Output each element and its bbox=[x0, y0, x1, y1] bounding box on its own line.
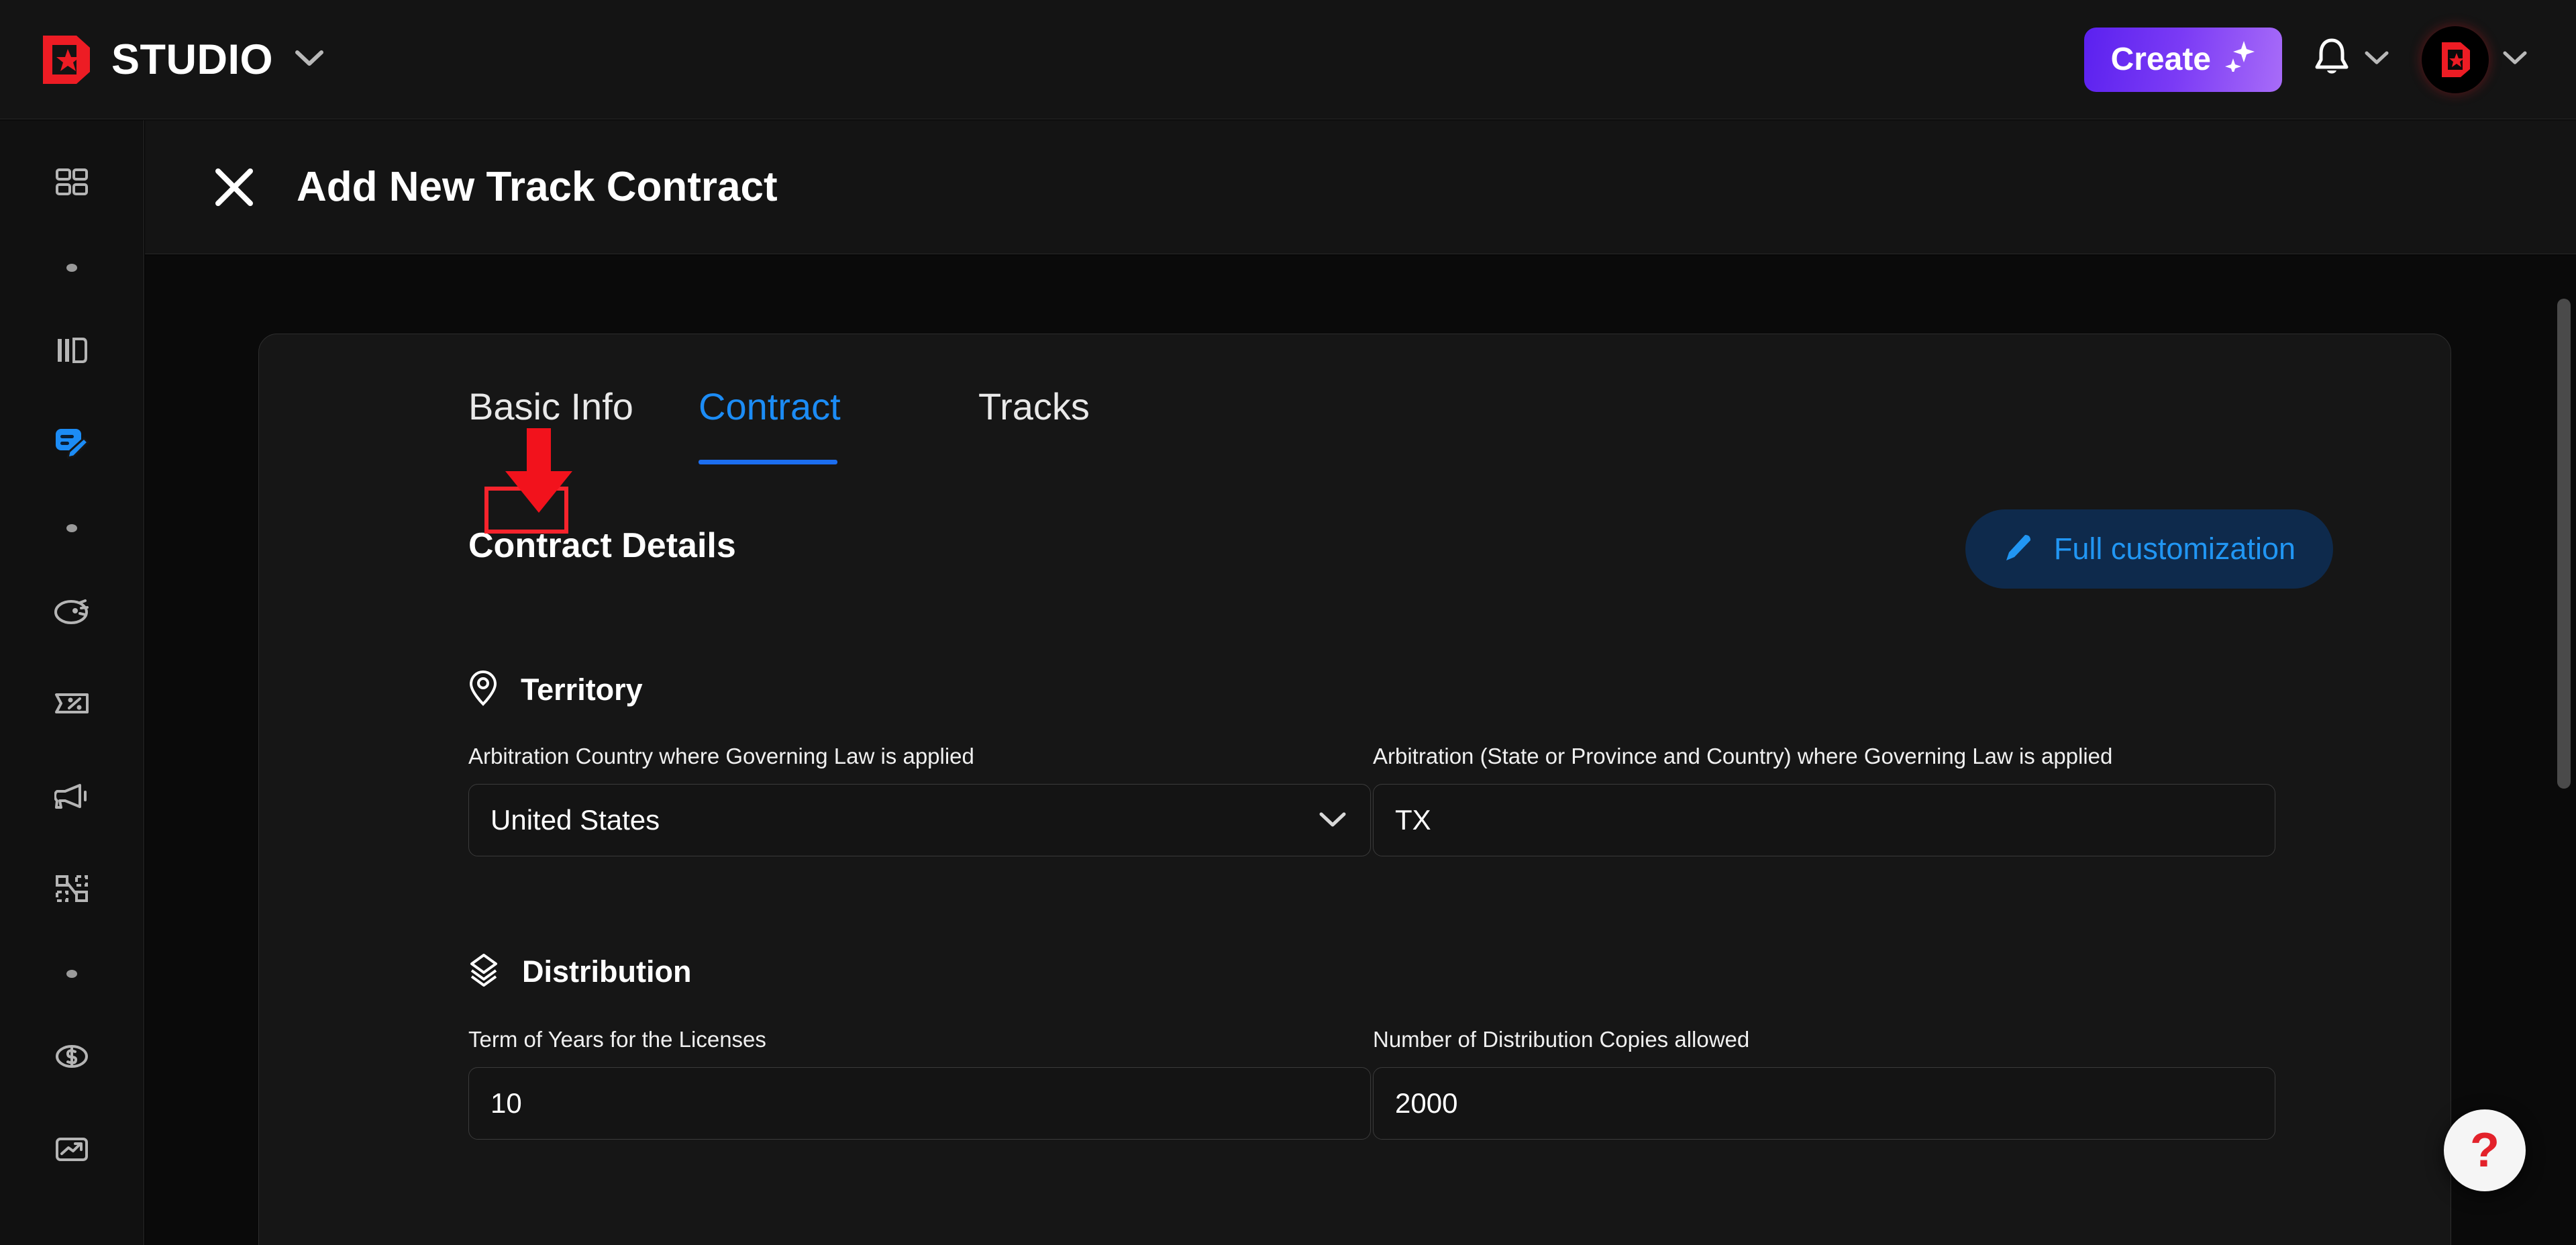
brand-name: STUDIO bbox=[111, 36, 274, 83]
chevron-down-icon[interactable] bbox=[1317, 809, 1349, 832]
sidebar-separator-dot bbox=[0, 515, 144, 542]
brand-block[interactable]: STUDIO bbox=[42, 34, 325, 85]
field-label: Arbitration Country where Governing Law … bbox=[468, 744, 974, 768]
arbitration-country-select[interactable]: United States bbox=[468, 784, 1371, 856]
field-label: Arbitration (State or Province and Count… bbox=[1373, 744, 2113, 768]
group-header-distribution: Distribution bbox=[468, 953, 691, 990]
vertical-scrollbar-thumb[interactable] bbox=[2557, 299, 2571, 789]
sidebar-item-contracts[interactable] bbox=[0, 422, 144, 466]
avatar[interactable] bbox=[2422, 26, 2489, 93]
form-tabs: Basic Info Contract Tracks bbox=[259, 385, 2451, 479]
section-header-row: Contract Details Full customization bbox=[259, 509, 2451, 599]
field-value: 2000 bbox=[1395, 1087, 1458, 1119]
page-title: Add New Track Contract bbox=[297, 164, 778, 210]
pencil-edit-icon bbox=[2003, 533, 2034, 566]
field-label: Term of Years for the Licenses bbox=[468, 1027, 766, 1052]
active-tab-underline bbox=[699, 460, 837, 464]
field-arbitration-state: Arbitration (State or Province and Count… bbox=[1373, 744, 2275, 856]
field-arbitration-country: Arbitration Country where Governing Law … bbox=[468, 744, 1371, 856]
group-label-distribution: Distribution bbox=[522, 954, 692, 989]
chevron-down-icon[interactable] bbox=[2363, 49, 2391, 70]
tab-contract[interactable]: Contract bbox=[699, 385, 841, 439]
page-header: Add New Track Contract bbox=[145, 120, 2576, 254]
section-title: Contract Details bbox=[468, 526, 736, 565]
layers-stack-icon bbox=[468, 953, 499, 990]
distribution-copies-input[interactable]: 2000 bbox=[1373, 1067, 2275, 1140]
share-nodes-icon bbox=[56, 875, 88, 905]
account-group[interactable] bbox=[2422, 26, 2529, 93]
sidebar-item-dashboard[interactable] bbox=[0, 162, 144, 206]
sidebar-item-marketing[interactable] bbox=[0, 775, 144, 819]
create-button-label: Create bbox=[2110, 42, 2211, 77]
bandcamp-b-star-logo bbox=[42, 34, 91, 85]
sidebar-item-music[interactable] bbox=[0, 590, 144, 634]
tab-tracks[interactable]: Tracks bbox=[978, 385, 1090, 439]
sidebar-item-distribution[interactable] bbox=[0, 868, 144, 912]
sidebar-separator-dot bbox=[0, 960, 144, 987]
dollar-coin-icon bbox=[55, 1043, 89, 1073]
question-mark-icon: ? bbox=[2470, 1124, 2500, 1177]
notifications-group[interactable] bbox=[2313, 37, 2391, 82]
group-header-territory: Territory bbox=[468, 670, 643, 709]
contract-signature-icon bbox=[54, 426, 89, 463]
full-customization-button[interactable]: Full customization bbox=[1965, 509, 2333, 589]
field-label: Number of Distribution Copies allowed bbox=[1373, 1027, 1750, 1052]
chevron-down-icon[interactable] bbox=[2501, 49, 2529, 70]
sidebar-rail bbox=[0, 120, 144, 1245]
chevron-down-icon[interactable] bbox=[293, 48, 325, 71]
ticket-percent-icon bbox=[54, 691, 89, 719]
content-area: Basic Info Contract Tracks Contract Deta… bbox=[145, 255, 2576, 1245]
field-value: TX bbox=[1395, 804, 1431, 836]
vinyl-disc-icon bbox=[54, 596, 89, 629]
tab-basic-info[interactable]: Basic Info bbox=[468, 385, 633, 439]
sidebar-item-promos[interactable] bbox=[0, 683, 144, 727]
field-distribution-copies: Number of Distribution Copies allowed 20… bbox=[1373, 1027, 2275, 1140]
analytics-trend-icon bbox=[55, 1136, 89, 1166]
group-label-territory: Territory bbox=[521, 672, 643, 707]
arbitration-state-input[interactable]: TX bbox=[1373, 784, 2275, 856]
megaphone-icon bbox=[54, 783, 89, 813]
sidebar-separator-dot bbox=[0, 254, 144, 281]
bell-icon[interactable] bbox=[2313, 37, 2351, 82]
field-term-of-years: Term of Years for the Licenses 10 bbox=[468, 1027, 1371, 1140]
field-value: 10 bbox=[491, 1087, 522, 1119]
top-bar-actions: Create bbox=[2083, 26, 2529, 93]
grid-dashboard-icon bbox=[56, 168, 88, 201]
contract-form-card: Basic Info Contract Tracks Contract Deta… bbox=[258, 334, 2451, 1245]
field-value: United States bbox=[491, 804, 660, 836]
sidebar-item-releases[interactable] bbox=[0, 330, 144, 374]
term-of-years-input[interactable]: 10 bbox=[468, 1067, 1371, 1140]
map-pin-icon bbox=[468, 670, 498, 709]
create-button[interactable]: Create bbox=[2083, 27, 2282, 92]
sparkle-icon bbox=[2224, 40, 2255, 80]
sidebar-item-payouts[interactable] bbox=[0, 1036, 144, 1080]
top-bar: STUDIO Create bbox=[0, 0, 2576, 119]
help-button[interactable]: ? bbox=[2444, 1109, 2526, 1191]
sidebar-item-analytics[interactable] bbox=[0, 1128, 144, 1173]
close-icon[interactable] bbox=[208, 161, 260, 213]
vertical-scrollbar[interactable] bbox=[2551, 255, 2576, 1245]
bar-columns-icon bbox=[56, 335, 88, 369]
full-customization-label: Full customization bbox=[2053, 532, 2296, 566]
